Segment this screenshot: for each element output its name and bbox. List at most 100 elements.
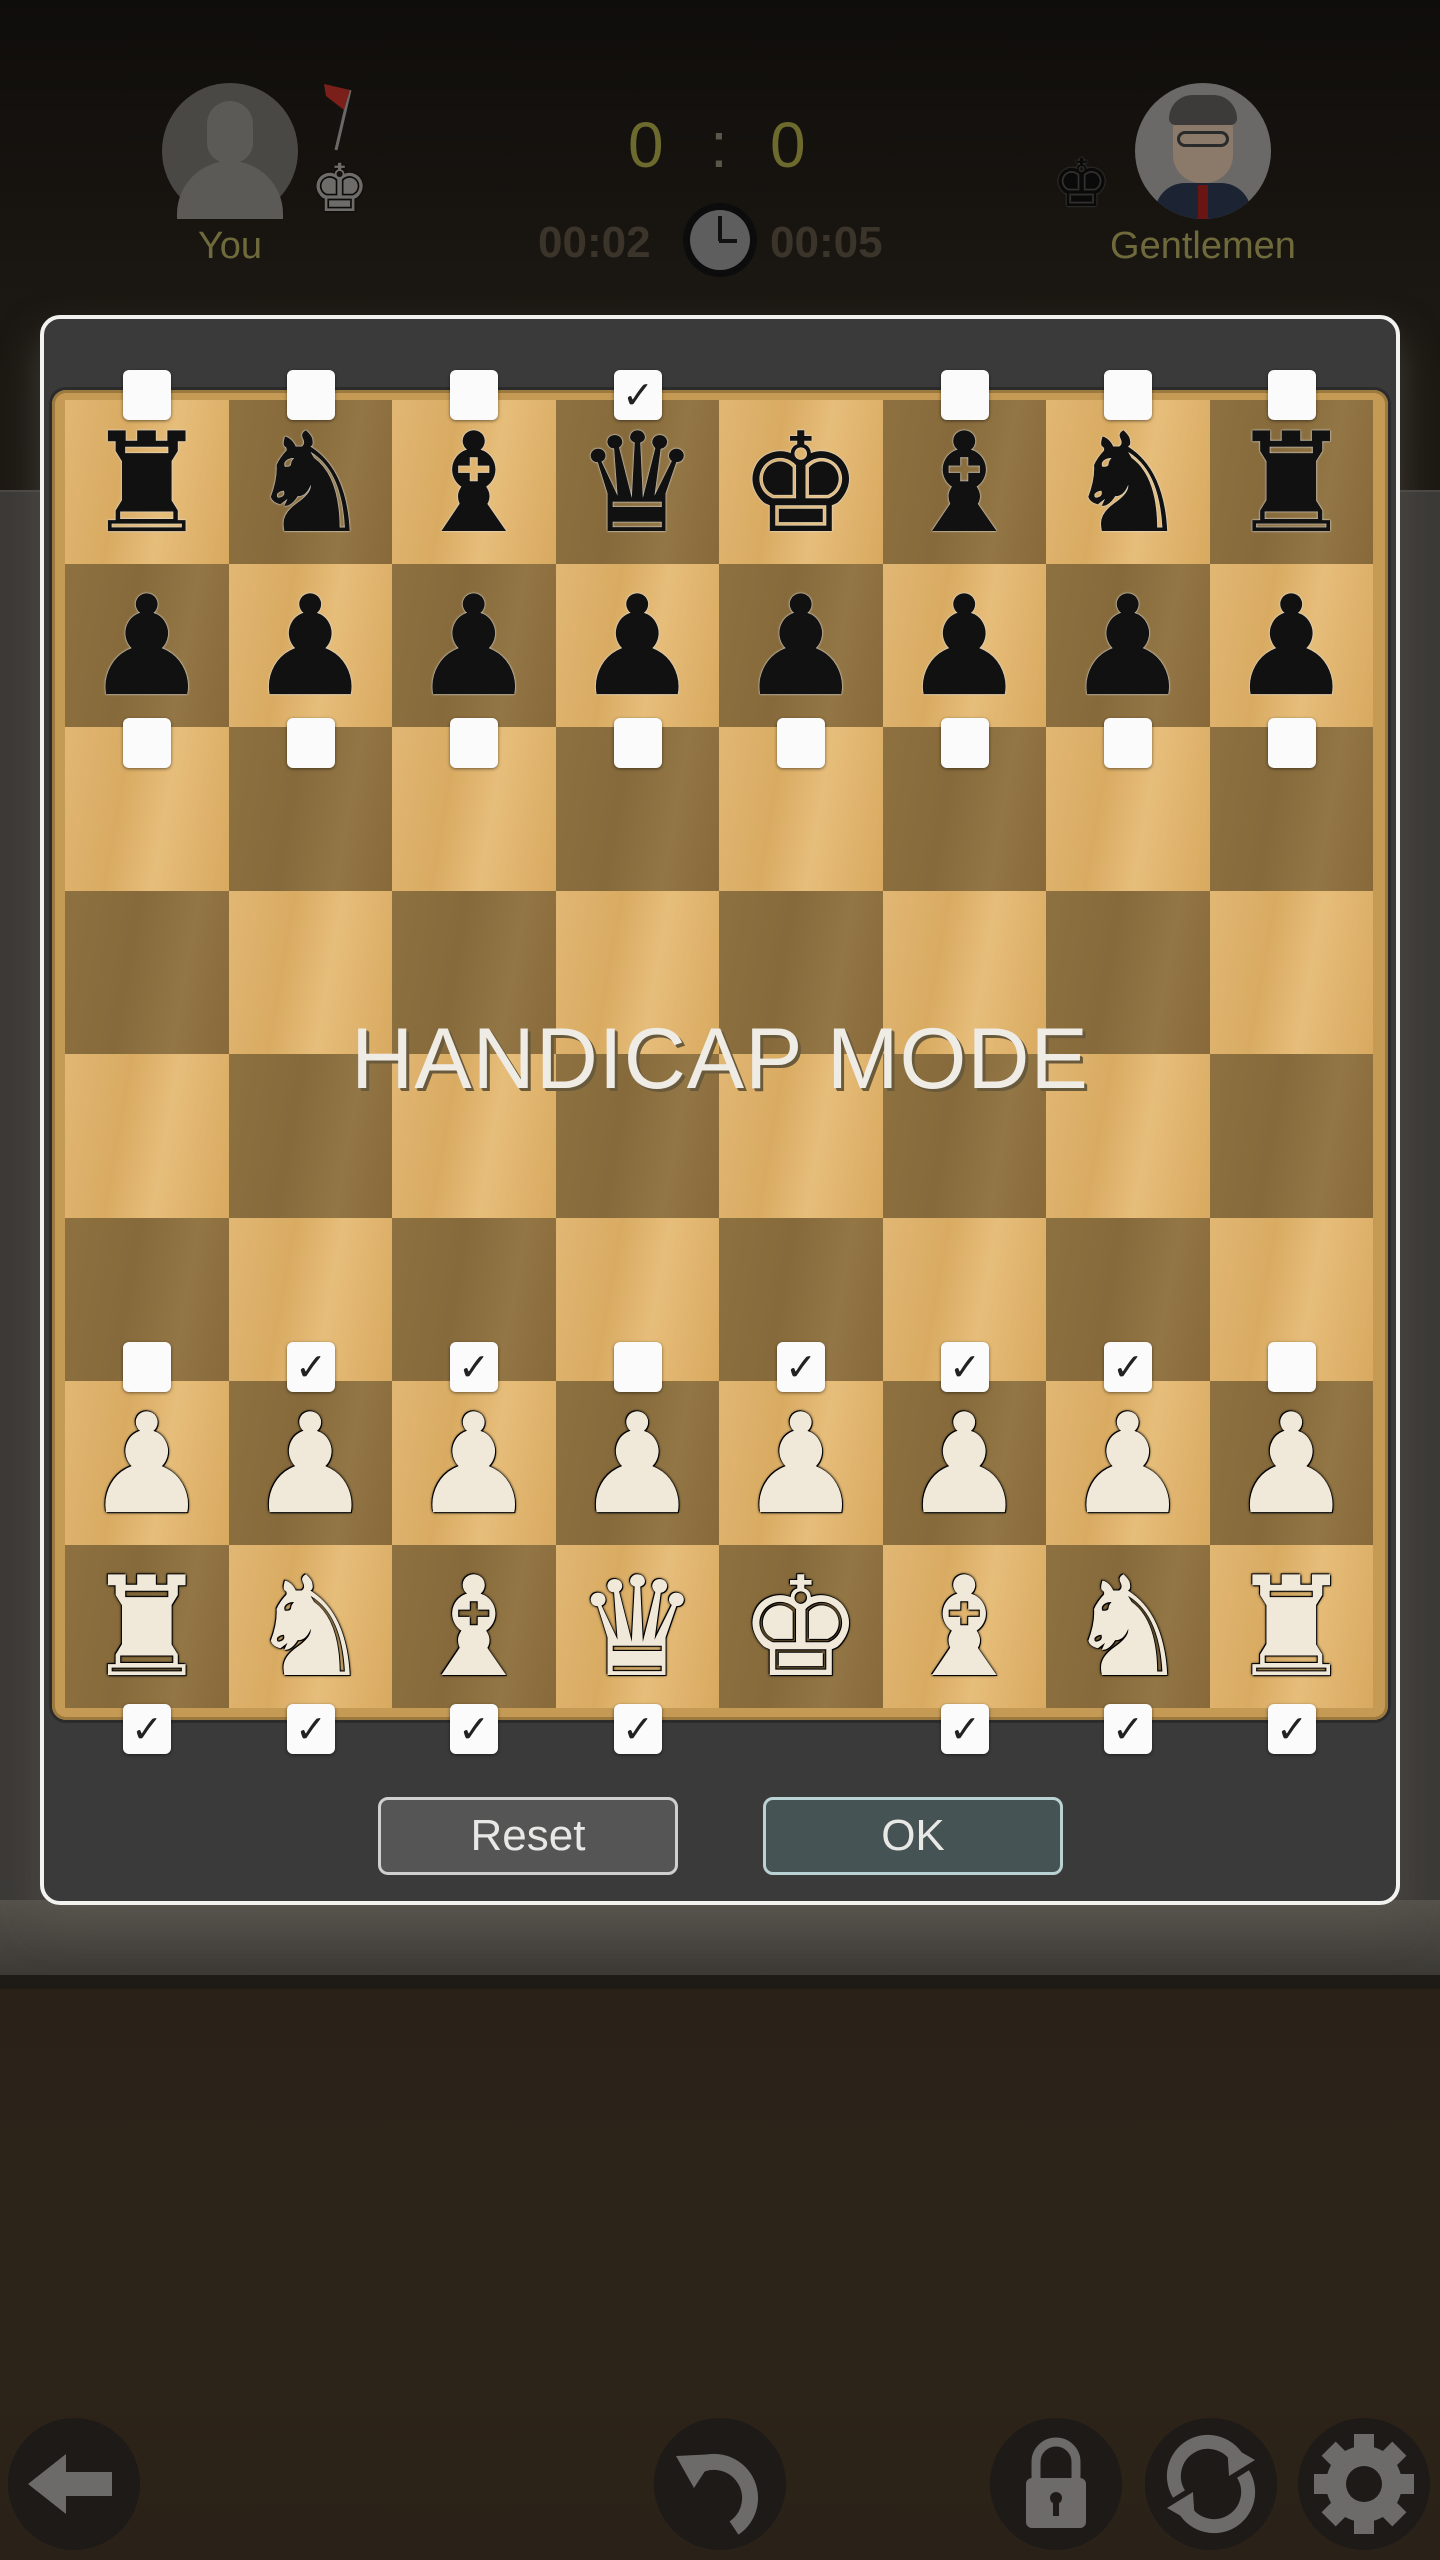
opponent-score: 0 xyxy=(770,109,806,181)
settings-button[interactable] xyxy=(1298,2418,1430,2550)
gear-icon xyxy=(1314,2434,1414,2534)
avatar-hair xyxy=(1169,95,1237,125)
board-square[interactable]: ♟ xyxy=(392,1381,556,1545)
checkmark-icon: ✓ xyxy=(458,1707,490,1751)
board-square[interactable]: ♟ xyxy=(882,1381,1046,1545)
black-pawns-checkbox[interactable] xyxy=(777,718,825,768)
board-square[interactable]: ♟ xyxy=(1209,1381,1373,1545)
board-square[interactable]: ♞ xyxy=(1046,400,1210,564)
white-pawns-checkbox[interactable] xyxy=(123,1342,171,1392)
board-square[interactable]: ♜ xyxy=(1209,1544,1373,1709)
player-timer: 00:02 xyxy=(538,218,651,267)
lock-button[interactable] xyxy=(990,2418,1122,2550)
board-square[interactable]: ♚ xyxy=(719,400,883,564)
white-pawns-checkbox[interactable]: ✓ xyxy=(287,1342,335,1392)
opponent-avatar[interactable] xyxy=(1135,83,1271,219)
black-pieces-checkbox[interactable] xyxy=(1268,370,1316,420)
black-pawns-checkbox[interactable] xyxy=(450,718,498,768)
black-pieces-checkbox[interactable]: ✓ xyxy=(614,370,662,420)
checkmark-icon: ✓ xyxy=(295,1707,327,1751)
board-square[interactable]: ♝ xyxy=(882,1544,1046,1708)
board-square[interactable]: ♟ xyxy=(719,1381,883,1545)
board-square[interactable]: ♜ xyxy=(65,400,229,564)
white-pawns-checkbox[interactable]: ✓ xyxy=(777,1342,825,1392)
board-square[interactable]: ♞ xyxy=(1046,1544,1210,1708)
back-button[interactable] xyxy=(8,2418,140,2550)
white-pieces-checkbox[interactable]: ✓ xyxy=(450,1704,498,1754)
checkmark-icon: ✓ xyxy=(622,373,654,417)
board-square[interactable]: ♟ xyxy=(65,563,229,727)
black-pawns-checkbox[interactable] xyxy=(941,718,989,768)
board-square[interactable]: ♝ xyxy=(392,1544,556,1708)
black-pieces-checkbox[interactable] xyxy=(450,370,498,420)
player-name: You xyxy=(197,225,263,267)
board-square[interactable]: ♚ xyxy=(719,1544,883,1708)
board-square[interactable]: ♟ xyxy=(1209,563,1373,727)
undo-button[interactable] xyxy=(654,2418,786,2550)
board-square[interactable]: ♟ xyxy=(555,1381,719,1545)
white-rook-icon: ♜ xyxy=(1229,1547,1354,1709)
player-avatar[interactable] xyxy=(162,83,298,219)
ok-button[interactable]: OK xyxy=(763,1797,1063,1875)
checkmark-icon: ✓ xyxy=(785,1345,817,1389)
board-square[interactable]: ♛ xyxy=(555,1544,719,1708)
black-pawns-checkbox[interactable] xyxy=(1104,718,1152,768)
black-queen-icon: ♛ xyxy=(575,402,700,564)
reset-button[interactable]: Reset xyxy=(378,1797,678,1875)
avatar-tie xyxy=(1198,185,1208,219)
board-square[interactable]: ♟ xyxy=(1046,563,1210,727)
board-square[interactable]: ♝ xyxy=(882,400,1046,564)
table-plate-shadow xyxy=(0,1900,1440,1980)
white-pieces-checkbox[interactable]: ✓ xyxy=(287,1704,335,1754)
black-pawns-checkbox[interactable] xyxy=(1268,718,1316,768)
checkmark-icon: ✓ xyxy=(1112,1707,1144,1751)
white-pawn-icon: ♟ xyxy=(575,1383,700,1545)
back-arrow-icon xyxy=(28,2454,112,2514)
board-square[interactable]: ♟ xyxy=(228,1381,392,1545)
board-square[interactable]: ♟ xyxy=(719,563,883,728)
board-square[interactable]: ♜ xyxy=(1209,400,1373,564)
white-pieces-checkbox[interactable]: ✓ xyxy=(123,1704,171,1754)
white-pawns-checkbox[interactable]: ✓ xyxy=(450,1342,498,1392)
black-pawns-checkbox[interactable] xyxy=(123,718,171,768)
black-pieces-checkbox[interactable] xyxy=(1104,370,1152,420)
black-bishop-icon: ♝ xyxy=(902,402,1027,564)
black-pieces-checkbox[interactable] xyxy=(123,370,171,420)
board-square[interactable]: ♜ xyxy=(65,1544,229,1708)
checkmark-icon: ✓ xyxy=(1276,1707,1308,1751)
lock-icon xyxy=(1026,2437,1086,2528)
board-square[interactable]: ♛ xyxy=(555,400,719,564)
black-pawns-checkbox[interactable] xyxy=(614,718,662,768)
black-pieces-checkbox[interactable] xyxy=(941,370,989,420)
black-pieces-checkbox[interactable] xyxy=(287,370,335,420)
black-pawns-checkbox[interactable] xyxy=(287,718,335,768)
board-square[interactable]: ♟ xyxy=(555,563,719,728)
black-pawn-icon: ♟ xyxy=(738,566,863,728)
white-pieces-checkbox[interactable]: ✓ xyxy=(941,1704,989,1754)
white-pieces-checkbox[interactable]: ✓ xyxy=(614,1704,662,1754)
black-pawn-icon: ♟ xyxy=(575,566,700,728)
player-king-icon: ♚ xyxy=(310,151,370,225)
opponent-name: Gentlemen xyxy=(1110,225,1296,267)
white-pawns-checkbox[interactable]: ✓ xyxy=(941,1342,989,1392)
white-pieces-checkbox[interactable]: ✓ xyxy=(1104,1704,1152,1754)
white-pawns-checkbox[interactable] xyxy=(614,1342,662,1392)
white-pawns-checkbox[interactable]: ✓ xyxy=(1104,1342,1152,1392)
white-pawns-checkbox[interactable] xyxy=(1268,1342,1316,1392)
checkmark-icon: ✓ xyxy=(622,1707,654,1751)
board-square[interactable]: ♟ xyxy=(1046,1381,1210,1545)
board-square[interactable]: ♟ xyxy=(392,563,556,728)
board-square[interactable]: ♞ xyxy=(228,1544,392,1708)
flip-board-button[interactable] xyxy=(1145,2418,1277,2550)
board-square[interactable]: ♝ xyxy=(392,400,556,564)
board-square[interactable]: ♞ xyxy=(228,400,392,564)
white-pieces-checkbox[interactable]: ✓ xyxy=(1268,1704,1316,1754)
resign-flag-icon[interactable] xyxy=(318,82,368,152)
board-square[interactable]: ♟ xyxy=(882,563,1046,727)
black-pawn-icon: ♟ xyxy=(411,566,536,728)
opponent-king-icon: ♚ xyxy=(1052,146,1112,220)
board-square[interactable]: ♟ xyxy=(65,1381,229,1545)
black-king-icon: ♚ xyxy=(738,402,863,564)
clock-icon xyxy=(683,203,757,277)
board-square[interactable]: ♟ xyxy=(228,563,392,727)
